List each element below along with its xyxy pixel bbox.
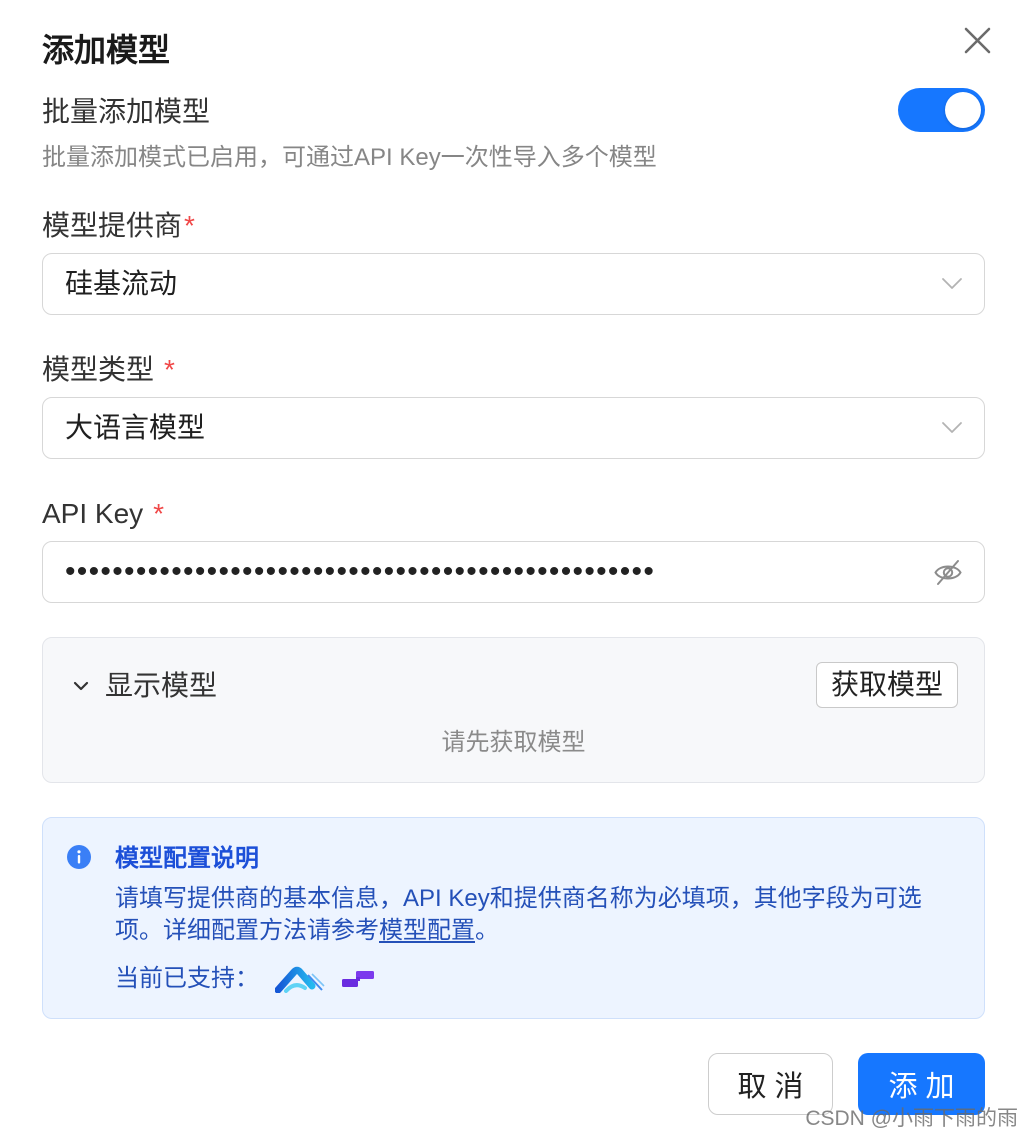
- switch-knob: [945, 92, 981, 128]
- provider-select[interactable]: 硅基流动: [42, 253, 985, 315]
- blocks-logo-icon: [342, 971, 374, 987]
- batch-mode-switch[interactable]: [898, 88, 985, 132]
- close-button[interactable]: [962, 25, 993, 56]
- models-panel: 显示模型 获取模型 请先获取模型: [42, 637, 985, 783]
- provider-label: 模型提供商*: [42, 209, 195, 243]
- batch-mode-label: 批量添加模型: [42, 96, 211, 127]
- batch-mode-hint: 批量添加模式已启用，可通过API Key一次性导入多个模型: [42, 144, 657, 171]
- close-icon: [964, 27, 991, 54]
- info-description-text: 请填写提供商的基本信息，API Key和提供商名称为必填项，其他字段为可选项。详…: [115, 885, 922, 944]
- dialog-title: 添加模型: [42, 32, 171, 68]
- api-key-input[interactable]: [65, 542, 925, 601]
- info-title: 模型配置说明: [115, 845, 259, 872]
- watermark: CSDN @小雨下雨的雨: [805, 1107, 1018, 1130]
- api-key-label-text: API Key: [42, 498, 144, 529]
- wave-logo-icon: [275, 966, 325, 993]
- chevron-down-icon: [942, 422, 962, 433]
- info-box: 模型配置说明 请填写提供商的基本信息，API Key和提供商名称为必填项，其他字…: [42, 817, 985, 1019]
- provider-label-text: 模型提供商: [42, 210, 183, 241]
- api-key-field: [42, 541, 985, 603]
- info-icon: [67, 845, 91, 869]
- eye-off-icon[interactable]: [933, 559, 963, 586]
- model-config-link[interactable]: 模型配置: [379, 917, 475, 944]
- required-mark: *: [184, 210, 195, 241]
- model-type-label-text: 模型类型: [42, 354, 155, 385]
- show-models-label: 显示模型: [105, 670, 218, 701]
- supported-label: 当前已支持：: [115, 965, 259, 992]
- model-type-label: 模型类型 *: [42, 353, 175, 387]
- supported-providers: 当前已支持：: [115, 963, 374, 995]
- info-description-end: 。: [475, 917, 499, 944]
- model-type-select[interactable]: 大语言模型: [42, 397, 985, 459]
- provider-select-value: 硅基流动: [65, 268, 178, 299]
- info-description: 请填写提供商的基本信息，API Key和提供商名称为必填项，其他字段为可选项。详…: [115, 883, 933, 947]
- model-type-select-value: 大语言模型: [65, 412, 206, 443]
- required-mark: *: [164, 354, 175, 385]
- models-empty-text: 请先获取模型: [441, 729, 586, 756]
- chevron-down-icon: [942, 278, 962, 289]
- fetch-models-button[interactable]: 获取模型: [816, 662, 958, 708]
- api-key-label: API Key *: [42, 497, 164, 531]
- chevron-down-icon: [73, 681, 89, 691]
- show-models-toggle[interactable]: 显示模型: [71, 669, 217, 703]
- required-mark: *: [153, 498, 165, 529]
